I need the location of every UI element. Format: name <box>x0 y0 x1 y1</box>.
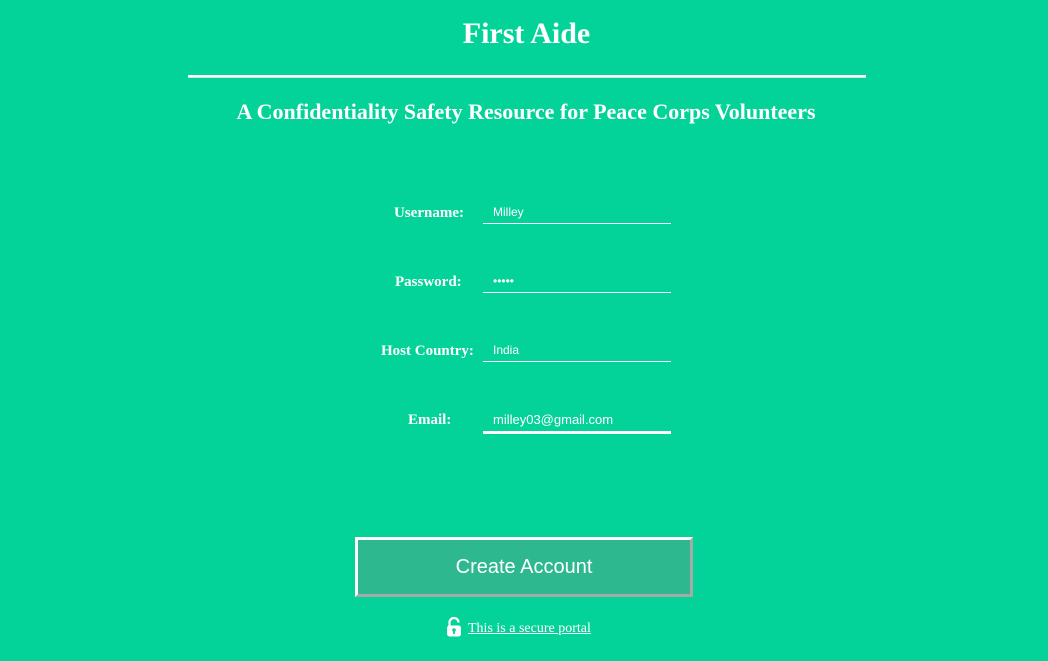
host-country-label: Host Country: <box>381 343 474 359</box>
host-country-row: Host Country: <box>0 336 1048 366</box>
host-country-input[interactable] <box>483 338 671 362</box>
page-subtitle: A Confidentiality Safety Resource for Pe… <box>236 99 816 124</box>
username-input[interactable] <box>483 200 671 224</box>
secure-portal-notice: This is a secure portal <box>446 615 591 639</box>
create-account-button[interactable]: Create Account <box>355 537 693 597</box>
unlocked-padlock-icon <box>446 616 462 638</box>
password-label: Password: <box>395 274 462 290</box>
username-row: Username: <box>0 198 1048 228</box>
app-title: First Aide <box>462 17 591 50</box>
username-label: Username: <box>394 205 464 221</box>
email-row: Email: <box>0 405 1048 435</box>
title-divider <box>188 75 866 78</box>
password-row: Password: <box>0 267 1048 297</box>
email-input[interactable] <box>483 407 671 434</box>
password-input[interactable] <box>483 269 671 293</box>
email-label: Email: <box>408 412 452 428</box>
secure-portal-link[interactable]: This is a secure portal <box>468 617 591 641</box>
